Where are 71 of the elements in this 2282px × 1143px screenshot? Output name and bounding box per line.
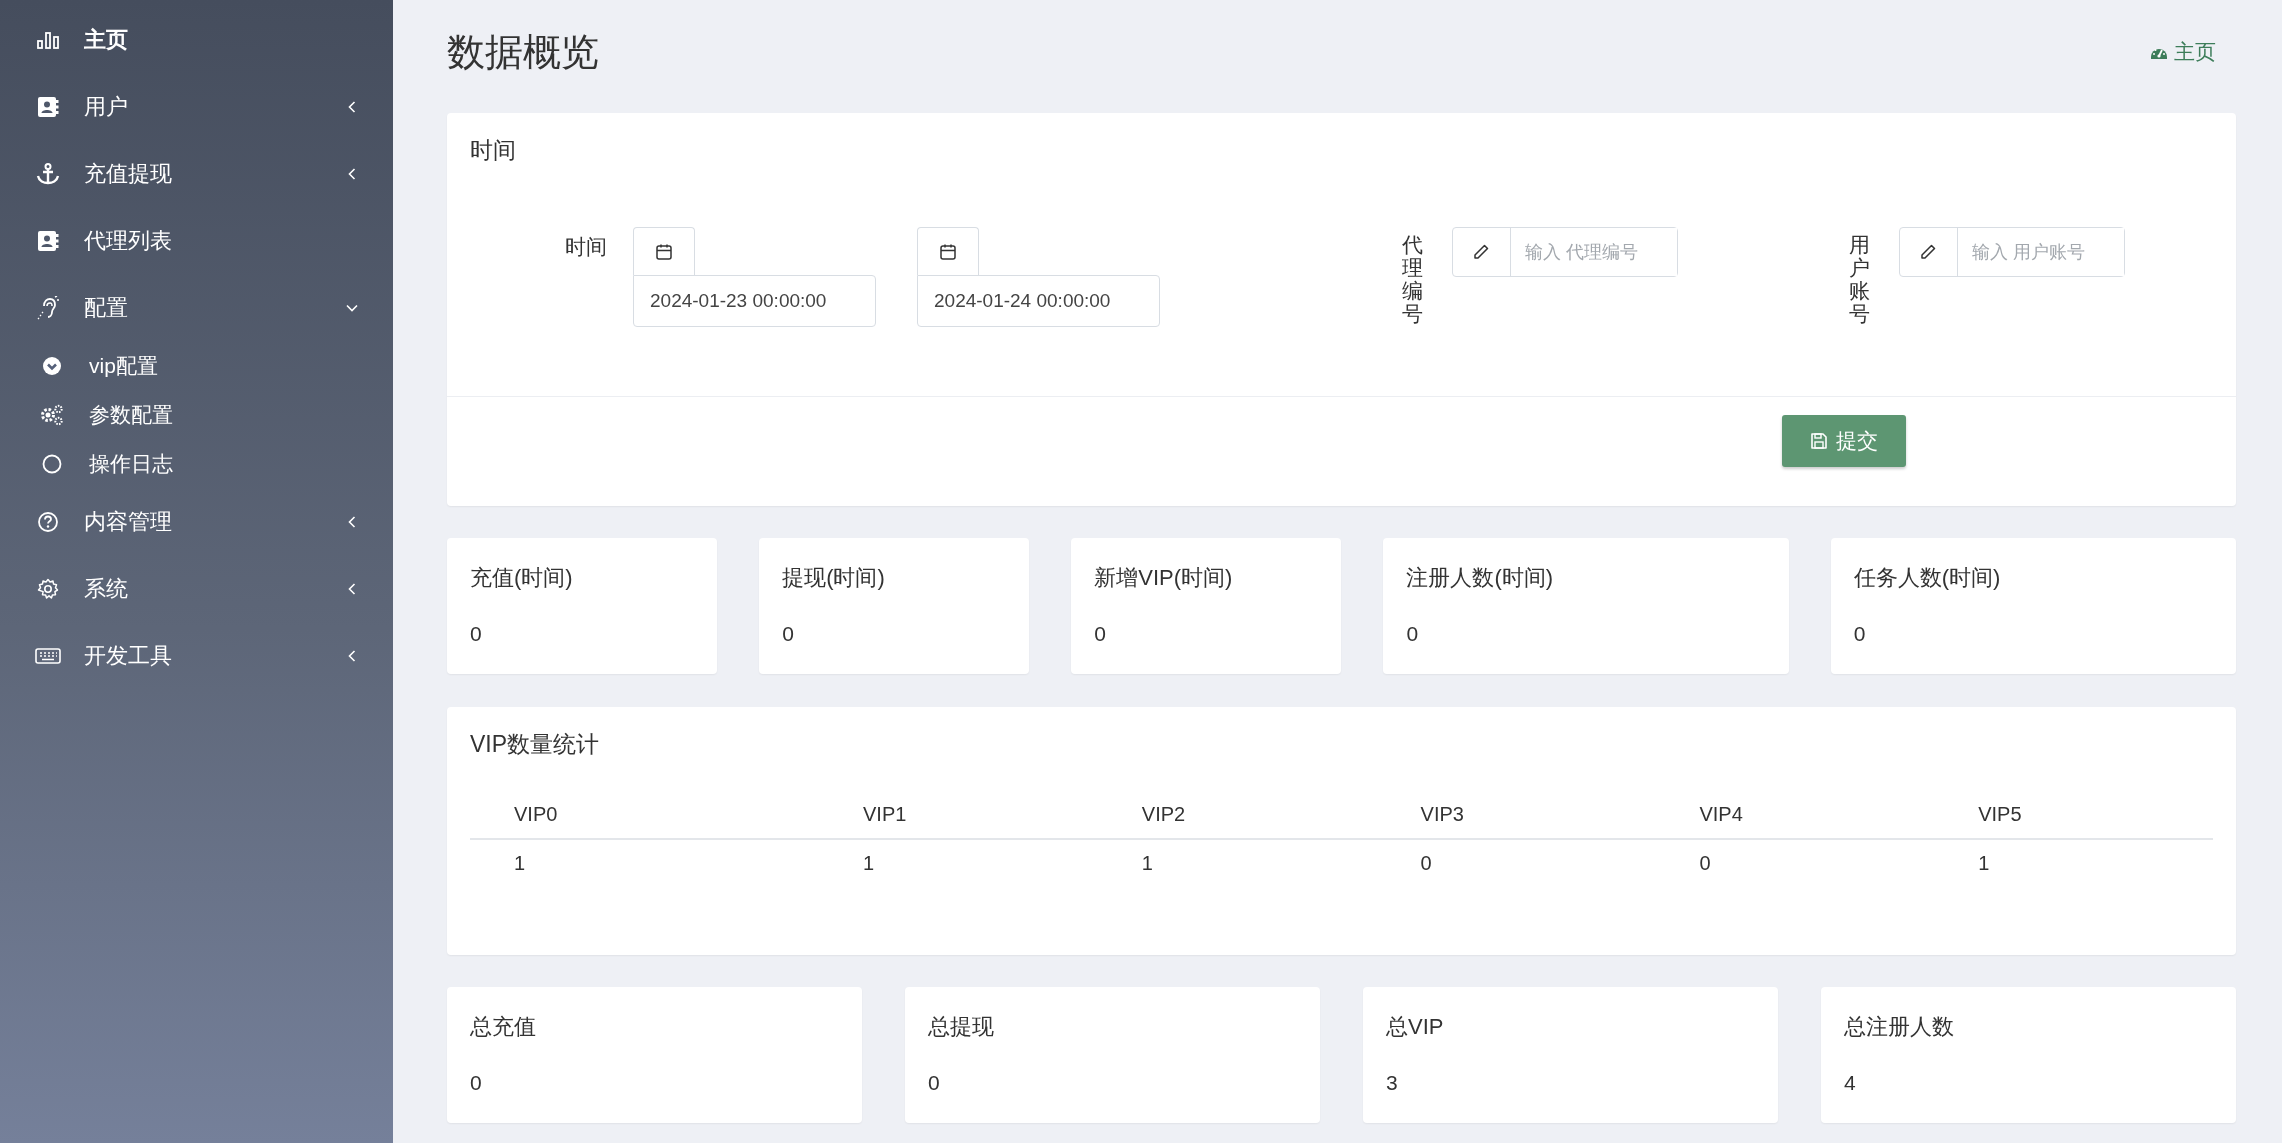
nav-subitem[interactable]: 操作日志 xyxy=(0,439,393,488)
calendar-icon xyxy=(655,242,673,261)
chevron-circle-icon xyxy=(42,355,62,376)
input-field[interactable]: 输入 用户账号 xyxy=(1898,227,2125,277)
table-cell: 0 xyxy=(1376,839,1656,875)
table-cell: 0 xyxy=(1655,839,1935,875)
nav-item[interactable]: 充值提现 xyxy=(0,140,393,207)
table-cell: 1 xyxy=(819,839,1098,875)
submit-button[interactable]: 提交 xyxy=(1781,415,1906,467)
stat-label: 注册人数(时间) xyxy=(1406,564,1554,592)
stat-value: 4 xyxy=(1844,1070,1856,1096)
gears-icon xyxy=(40,403,64,426)
nav-item[interactable]: 用户 xyxy=(0,73,393,140)
column-header: VIP5 xyxy=(1934,795,2213,839)
nav-item[interactable]: 开发工具 xyxy=(0,622,393,689)
breadcrumb-link[interactable]: 主页 xyxy=(2150,37,2216,76)
stat-label: 总充值 xyxy=(470,1013,536,1041)
column-header: VIP4 xyxy=(1655,795,1935,839)
contact-book-icon xyxy=(37,95,59,118)
stat-label: 总注册人数 xyxy=(1844,1013,1954,1041)
column-header: VIP1 xyxy=(819,795,1098,839)
stat-value: 0 xyxy=(1094,621,1106,647)
anchor-icon xyxy=(36,162,60,185)
save-icon xyxy=(1809,432,1828,450)
date-input[interactable]: 2024-01-24 00:00:00 xyxy=(917,275,1160,327)
field-label: 用户账号 xyxy=(1848,233,1870,326)
stat-label: 新增VIP(时间) xyxy=(1094,564,1233,592)
circle-icon xyxy=(42,453,62,474)
table-cell: 1 xyxy=(470,839,819,875)
contact-book-icon xyxy=(37,229,59,252)
table-cell: 1 xyxy=(1934,839,2213,875)
column-header: VIP3 xyxy=(1376,795,1656,839)
stat-label: 总提现 xyxy=(928,1013,994,1041)
nav-subitem[interactable]: 参数配置 xyxy=(0,390,393,439)
stat-value: 0 xyxy=(470,621,482,647)
nav-item[interactable]: 内容管理 xyxy=(0,488,393,555)
pencil-icon xyxy=(1919,243,1938,261)
input-field[interactable]: 输入 代理编号 xyxy=(1451,227,1678,277)
question-circle-icon xyxy=(37,510,59,533)
date-input[interactable]: 2024-01-23 00:00:00 xyxy=(633,275,876,327)
card-title: VIP数量统计 xyxy=(470,730,601,759)
card-title: 时间 xyxy=(469,136,517,165)
stat-value: 0 xyxy=(470,1070,482,1096)
nav-subitem[interactable]: vip配置 xyxy=(0,341,393,390)
nav-item[interactable]: 代理列表 xyxy=(0,207,393,274)
bar-chart-icon xyxy=(37,30,59,49)
calendar-button[interactable] xyxy=(633,227,695,275)
column-header: VIP2 xyxy=(1097,795,1377,839)
nav-item[interactable]: 系统 xyxy=(0,555,393,622)
column-header: VIP0 xyxy=(470,795,819,839)
stat-label: 充值(时间) xyxy=(470,564,573,592)
gear-icon xyxy=(37,577,59,600)
stat-label: 总VIP xyxy=(1386,1013,1444,1041)
stat-value: 0 xyxy=(1406,621,1419,647)
page-title: 数据概览 xyxy=(447,30,599,75)
nav-item[interactable]: 配置 xyxy=(0,274,393,341)
table-cell: 1 xyxy=(1097,839,1377,875)
field-label: 时间 xyxy=(564,234,607,260)
keyboard-icon xyxy=(35,646,61,665)
stat-value: 3 xyxy=(1386,1070,1398,1096)
stat-value: 0 xyxy=(782,621,794,647)
stat-label: 任务人数(时间) xyxy=(1853,564,2001,592)
stat-value: 0 xyxy=(1853,621,1866,647)
pencil-icon xyxy=(1472,243,1490,261)
nav-item[interactable]: 主页 xyxy=(0,6,393,73)
calendar-button[interactable] xyxy=(917,227,979,275)
field-label: 代理编号 xyxy=(1401,233,1423,326)
stat-value: 0 xyxy=(928,1070,940,1096)
stat-label: 提现(时间) xyxy=(782,564,885,592)
calendar-icon xyxy=(939,242,957,261)
ear-icon xyxy=(37,295,59,320)
